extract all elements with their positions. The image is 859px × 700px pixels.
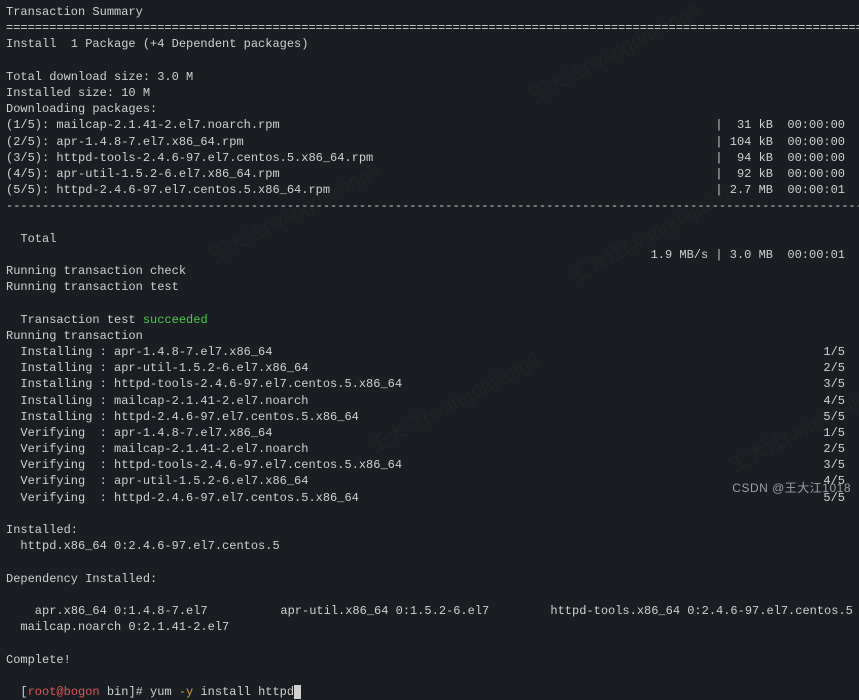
install-summary: Install 1 Package (+4 Dependent packages… xyxy=(6,36,853,52)
installed-size: Installed size: 10 M xyxy=(6,85,853,101)
prompt-user-host: root@bogon xyxy=(28,685,100,699)
csdn-watermark: CSDN @王大江1018 xyxy=(732,480,851,496)
blank xyxy=(6,506,853,522)
shell-prompt-line[interactable]: [root@bogon bin]# yum -y install httpd xyxy=(6,668,853,700)
dependency-installed-header: Dependency Installed: xyxy=(6,571,853,587)
downloading-packages: Downloading packages: xyxy=(6,101,853,117)
separator-dash: ----------------------------------------… xyxy=(6,198,853,214)
blank xyxy=(6,554,853,570)
complete: Complete! xyxy=(6,652,853,668)
transaction-op-row: Verifying : httpd-tools-2.4.6-97.el7.cen… xyxy=(6,457,853,473)
running-transaction: Running transaction xyxy=(6,328,853,344)
succeeded-status: succeeded xyxy=(143,313,208,327)
download-row: (3/5): httpd-tools-2.4.6-97.el7.centos.5… xyxy=(6,150,853,166)
transaction-op-row: Verifying : apr-1.4.8-7.el7.x86_641/5 xyxy=(6,425,853,441)
transaction-op-row: Installing : mailcap-2.1.41-2.el7.noarch… xyxy=(6,393,853,409)
transaction-op-row: Installing : apr-util-1.5.2-6.el7.x86_64… xyxy=(6,360,853,376)
transaction-summary-header: Transaction Summary xyxy=(6,4,853,20)
total-download-size: Total download size: 3.0 M xyxy=(6,69,853,85)
transaction-op-row: Verifying : mailcap-2.1.41-2.el7.noarch2… xyxy=(6,441,853,457)
download-row: (2/5): apr-1.4.8-7.el7.x86_64.rpm| 104 k… xyxy=(6,134,853,150)
download-row: (5/5): httpd-2.4.6-97.el7.centos.5.x86_6… xyxy=(6,182,853,198)
total-stats: 1.9 MB/s | 3.0 MB 00:00:01 xyxy=(651,247,845,263)
command-flag: -y xyxy=(179,685,193,699)
transaction-op-row: Installing : httpd-2.4.6-97.el7.centos.5… xyxy=(6,409,853,425)
transaction-op-row: Installing : apr-1.4.8-7.el7.x86_641/5 xyxy=(6,344,853,360)
running-test: Running transaction test xyxy=(6,279,853,295)
blank xyxy=(6,53,853,69)
command-args: install httpd xyxy=(193,685,294,699)
cursor xyxy=(294,685,301,699)
transaction-op-row: Verifying : httpd-2.4.6-97.el7.centos.5.… xyxy=(6,490,853,506)
transaction-test-result: Transaction test succeeded xyxy=(6,295,853,327)
command-yum: yum xyxy=(150,685,179,699)
transaction-op-row: Verifying : apr-util-1.5.2-6.el7.x86_644… xyxy=(6,473,853,489)
dependency-row: apr.x86_64 0:1.4.8-7.el7apr-util.x86_64 … xyxy=(6,587,853,619)
running-check: Running transaction check xyxy=(6,263,853,279)
download-row: (1/5): mailcap-2.1.41-2.el7.noarch.rpm| … xyxy=(6,117,853,133)
total-line: Total 1.9 MB/s | 3.0 MB 00:00:01 xyxy=(6,214,853,263)
download-row: (4/5): apr-util-1.5.2-6.el7.x86_64.rpm| … xyxy=(6,166,853,182)
installed-package: httpd.x86_64 0:2.4.6-97.el7.centos.5 xyxy=(6,538,853,554)
dependency-row: mailcap.noarch 0:2.1.41-2.el7 xyxy=(6,619,853,635)
total-label: Total xyxy=(20,232,56,246)
blank xyxy=(6,635,853,651)
separator-double: ========================================… xyxy=(6,20,853,36)
transaction-op-row: Installing : httpd-tools-2.4.6-97.el7.ce… xyxy=(6,376,853,392)
installed-header: Installed: xyxy=(6,522,853,538)
